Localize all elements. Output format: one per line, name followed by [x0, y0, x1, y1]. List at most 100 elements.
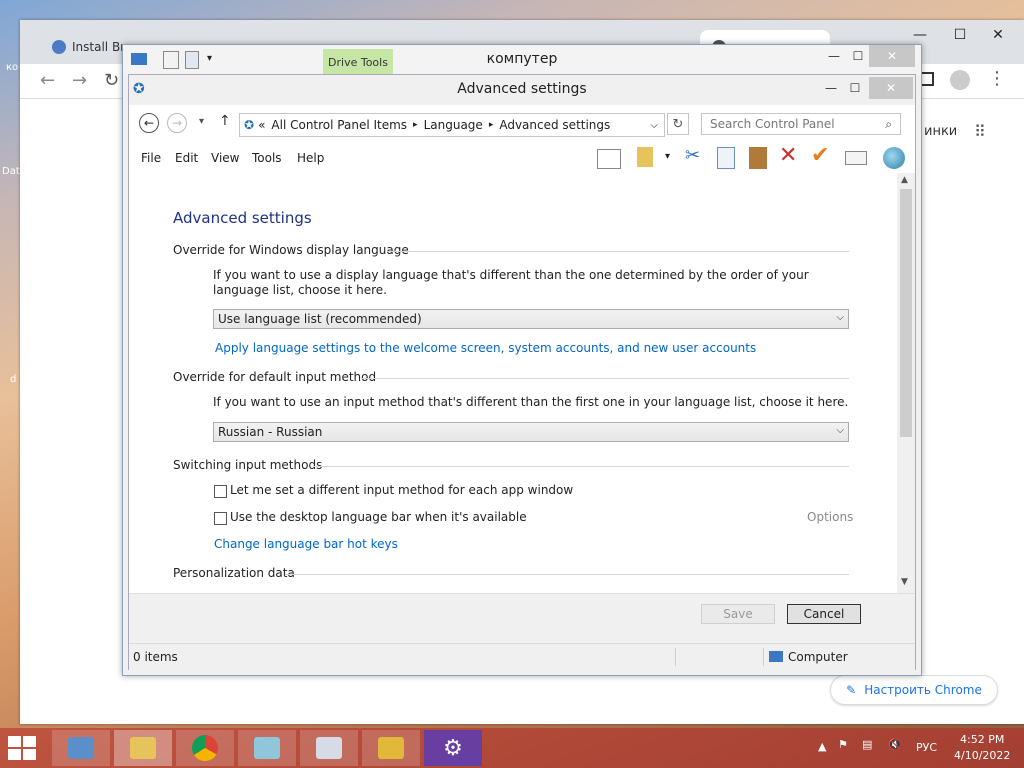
desktop-icon-label[interactable]: d: [10, 374, 16, 385]
change-hotkeys-link[interactable]: Change language bar hot keys: [214, 537, 398, 551]
save-button[interactable]: Save: [701, 604, 775, 624]
sheep-app-icon: [378, 737, 404, 759]
menu-view[interactable]: View: [211, 151, 239, 165]
minimize-button[interactable]: —: [819, 77, 843, 99]
menu-tools[interactable]: Tools: [252, 151, 282, 165]
tab-favicon-icon: [52, 40, 66, 54]
apply-language-settings-link[interactable]: Apply language settings to the welcome s…: [215, 341, 756, 355]
desktop-icon-label[interactable]: Dat: [2, 166, 20, 177]
taskbar-settings[interactable]: ⚙: [424, 730, 482, 766]
chrome-menu-icon[interactable]: ⋮: [988, 68, 1006, 89]
back-arrow-icon[interactable]: ←: [40, 70, 55, 91]
breadcrumb-separator-icon[interactable]: ▸: [413, 120, 418, 130]
refresh-button[interactable]: ↻: [667, 113, 689, 135]
display-language-selected: Use language list (recommended): [218, 312, 422, 326]
address-dropdown-icon[interactable]: ⌵: [650, 120, 658, 131]
breadcrumb-item[interactable]: All Control Panel Items: [271, 118, 407, 132]
search-input[interactable]: Search Control Panel ⌕: [701, 113, 901, 135]
recent-pages-dropdown-icon[interactable]: ▾: [199, 116, 204, 127]
customize-chrome-label: Настроить Chrome: [864, 683, 982, 697]
properties-window-icon[interactable]: [845, 151, 867, 165]
section-divider: [361, 378, 849, 379]
network-icon[interactable]: ▤: [862, 738, 872, 751]
sidepanel-icon[interactable]: [920, 72, 934, 86]
status-divider: [675, 648, 676, 666]
forward-arrow-icon[interactable]: →: [72, 70, 87, 91]
cancel-button[interactable]: Cancel: [787, 604, 861, 624]
profile-avatar-icon[interactable]: [950, 70, 970, 90]
globe-icon[interactable]: [883, 147, 905, 169]
chevron-down-icon: ⌵: [836, 312, 844, 323]
breadcrumb-item[interactable]: Advanced settings: [499, 118, 610, 132]
chrome-icon: [192, 735, 218, 761]
vertical-scrollbar[interactable]: ▲ ▼: [897, 173, 915, 593]
tray-overflow-icon[interactable]: ▲: [818, 740, 826, 753]
taskbar-notepad[interactable]: [238, 730, 296, 766]
taskbar: ⚙ ▲ ⚑ ▤ 🔇 РУС 4:52 PM 4/10/2022: [0, 728, 1024, 768]
apps-grid-icon[interactable]: ⠿: [974, 122, 987, 141]
back-button[interactable]: ←: [139, 113, 159, 133]
reload-icon[interactable]: ↻: [104, 70, 119, 91]
flag-icon[interactable]: ⚑: [838, 738, 848, 751]
explorer-close-button[interactable]: ✕: [869, 45, 915, 67]
language-bar-checkbox[interactable]: [214, 512, 227, 525]
scroll-down-icon[interactable]: ▼: [901, 577, 908, 587]
folder-options-dropdown-icon[interactable]: ▾: [665, 151, 670, 162]
section-divider: [285, 574, 849, 575]
taskbar-explorer[interactable]: [114, 730, 172, 766]
pane-layout-icon[interactable]: [597, 149, 621, 169]
menu-file[interactable]: File: [141, 151, 161, 165]
scroll-up-icon[interactable]: ▲: [901, 175, 908, 185]
scrollbar-thumb[interactable]: [900, 189, 912, 437]
input-language-indicator[interactable]: РУС: [916, 741, 937, 754]
display-language-select[interactable]: Use language list (recommended) ⌵: [213, 309, 849, 329]
section-title-input-method: Override for default input method: [173, 370, 377, 384]
clock-time[interactable]: 4:52 PM: [960, 733, 1004, 746]
up-arrow-icon[interactable]: ↑: [219, 113, 231, 129]
delete-icon[interactable]: ✕: [779, 143, 797, 168]
copy-icon[interactable]: [717, 147, 735, 169]
breadcrumb-item[interactable]: Language: [424, 118, 483, 132]
taskbar-control-panel[interactable]: [52, 730, 110, 766]
taskbar-keyboard[interactable]: [300, 730, 358, 766]
control-panel-icon: [68, 737, 94, 759]
forward-button[interactable]: →: [167, 113, 187, 133]
gear-icon: ⚙: [443, 735, 463, 761]
close-button[interactable]: ✕: [869, 77, 913, 99]
maximize-button[interactable]: ☐: [843, 77, 867, 99]
explorer-title: компутер: [486, 51, 558, 67]
computer-icon: [769, 651, 783, 662]
language-bar-options-link[interactable]: Options: [807, 510, 853, 525]
menu-edit[interactable]: Edit: [175, 151, 198, 165]
settings-content: Advanced settings Override for Windows d…: [129, 173, 897, 593]
breadcrumb-separator-icon[interactable]: ▸: [489, 120, 494, 130]
folder-options-icon[interactable]: [637, 147, 653, 167]
chrome-maximize-button[interactable]: ☐: [940, 20, 980, 50]
dialog-footer: Save Cancel: [129, 593, 915, 644]
section-divider: [387, 251, 849, 252]
checkmark-icon[interactable]: ✔: [811, 143, 829, 168]
menu-help[interactable]: Help: [297, 151, 324, 165]
address-bar[interactable]: ✪ « All Control Panel Items ▸ Language ▸…: [239, 113, 665, 137]
per-app-input-checkbox[interactable]: [214, 485, 227, 498]
folder-icon: [130, 737, 156, 759]
taskbar-app[interactable]: [362, 730, 420, 766]
search-icon[interactable]: ⌕: [885, 117, 892, 132]
chrome-close-button[interactable]: ✕: [978, 20, 1018, 50]
desktop-icon-label[interactable]: ко: [6, 62, 18, 73]
paste-icon[interactable]: [749, 147, 767, 169]
status-location: Computer: [788, 650, 848, 664]
customize-chrome-button[interactable]: ✎ Настроить Chrome: [830, 675, 998, 705]
windows-start-icon[interactable]: [8, 736, 36, 760]
section-title-display-language: Override for Windows display language: [173, 243, 409, 257]
search-placeholder: Search Control Panel: [710, 117, 835, 131]
taskbar-chrome[interactable]: [176, 730, 234, 766]
input-method-select[interactable]: Russian - Russian ⌵: [213, 422, 849, 442]
per-app-input-label: Let me set a different input method for …: [230, 483, 574, 497]
volume-muted-icon[interactable]: 🔇: [888, 738, 902, 751]
pencil-icon: ✎: [846, 683, 857, 697]
cut-icon[interactable]: ✂: [685, 145, 700, 166]
display-language-description: If you want to use a display language th…: [213, 268, 809, 297]
clock-date[interactable]: 4/10/2022: [954, 749, 1010, 762]
chrome-shortcut-label[interactable]: инки: [924, 124, 957, 139]
